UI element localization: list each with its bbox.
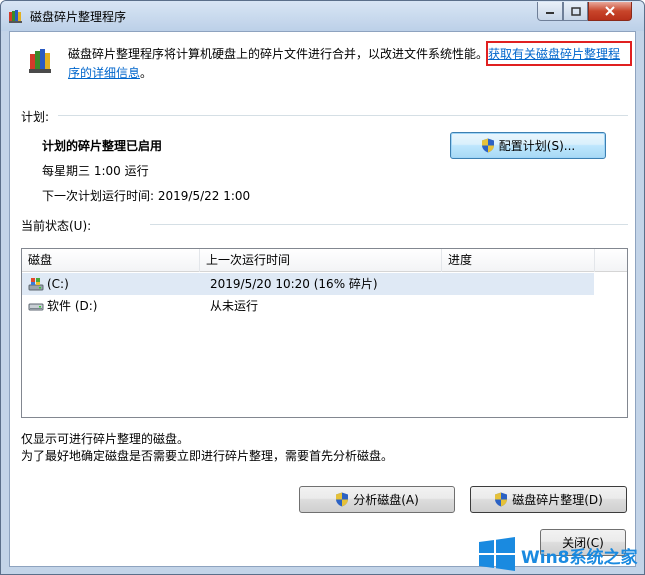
schedule-next-run: 下一次计划运行时间: 2019/5/22 1:00 — [42, 189, 251, 203]
system-drive-icon — [28, 278, 44, 291]
watermark: Win8系统之家 — [477, 536, 644, 572]
status-separator — [150, 224, 628, 225]
configure-schedule-label: 配置计划(S)... — [498, 139, 576, 153]
help-link-continued[interactable]: 序的详细信息 — [68, 66, 140, 80]
close-window-button[interactable] — [588, 2, 632, 21]
description-period: 。 — [140, 66, 153, 80]
maximize-button[interactable] — [563, 2, 588, 21]
schedule-separator — [58, 115, 628, 116]
window-title: 磁盘碎片整理程序 — [30, 10, 127, 24]
minimize-icon — [546, 12, 554, 14]
disk-last-run: 从未运行 — [210, 299, 259, 313]
defrag-window: 磁盘碎片整理程序 磁盘碎片整理程序将计算机硬盘上的碎片文件进行合并，以改进文件系… — [0, 0, 645, 575]
disk-name: 软件 (D:) — [47, 299, 98, 313]
disk-row-d[interactable]: 软件 (D:) 从未运行 — [22, 295, 594, 317]
analyze-disk-button[interactable]: 分析磁盘(A) — [299, 486, 455, 513]
drive-icon — [28, 303, 44, 311]
note-analyze-first: 为了最好地确定磁盘是否需要立即进行碎片整理，需要首先分析磁盘。 — [21, 449, 394, 463]
schedule-frequency: 每星期三 1:00 运行 — [42, 164, 149, 178]
disk-name: (C:) — [47, 277, 69, 291]
column-header-disk[interactable]: 磁盘 — [22, 249, 200, 272]
watermark-text: Win8系统之家 — [521, 548, 638, 568]
minimize-button[interactable] — [537, 2, 563, 21]
defragment-disk-label: 磁盘碎片整理(D) — [512, 493, 603, 507]
uac-shield-icon — [481, 138, 494, 153]
uac-shield-icon — [336, 492, 349, 507]
disk-row-c[interactable]: (C:) 2019/5/20 10:20 (16% 碎片) — [22, 273, 594, 295]
defragment-disk-button[interactable]: 磁盘碎片整理(D) — [470, 486, 627, 513]
description-text: 磁盘碎片整理程序将计算机硬盘上的碎片文件进行合并，以改进文件系统性能。 — [68, 47, 489, 61]
uac-shield-icon — [495, 492, 508, 507]
maximize-icon — [570, 6, 581, 16]
disk-list[interactable]: 磁盘 上一次运行时间 进度 (C:) 2019/5/20 10:20 (16% … — [21, 248, 628, 418]
current-status-label: 当前状态(U): — [21, 219, 92, 233]
column-header-last-run[interactable]: 上一次运行时间 — [200, 249, 442, 272]
column-header-progress[interactable]: 进度 — [442, 249, 595, 272]
close-icon — [605, 6, 615, 16]
configure-schedule-button[interactable]: 配置计划(S)... — [450, 132, 606, 159]
defrag-app-icon — [9, 10, 22, 23]
list-header: 磁盘 上一次运行时间 进度 — [22, 249, 627, 272]
disk-last-run: 2019/5/20 10:20 (16% 碎片) — [210, 277, 378, 291]
dialog-body: 磁盘碎片整理程序将计算机硬盘上的碎片文件进行合并，以改进文件系统性能。获取有关磁… — [9, 31, 636, 567]
highlight-box — [486, 41, 632, 66]
title-bar[interactable]: 磁盘碎片整理程序 — [1, 1, 644, 31]
note-eligible-disks: 仅显示可进行碎片整理的磁盘。 — [21, 432, 190, 446]
analyze-disk-label: 分析磁盘(A) — [353, 493, 419, 507]
schedule-status: 计划的碎片整理已启用 — [42, 139, 163, 153]
defrag-header-icon — [29, 49, 51, 73]
schedule-section-label: 计划: — [21, 110, 50, 124]
windows-logo-icon — [479, 537, 515, 571]
